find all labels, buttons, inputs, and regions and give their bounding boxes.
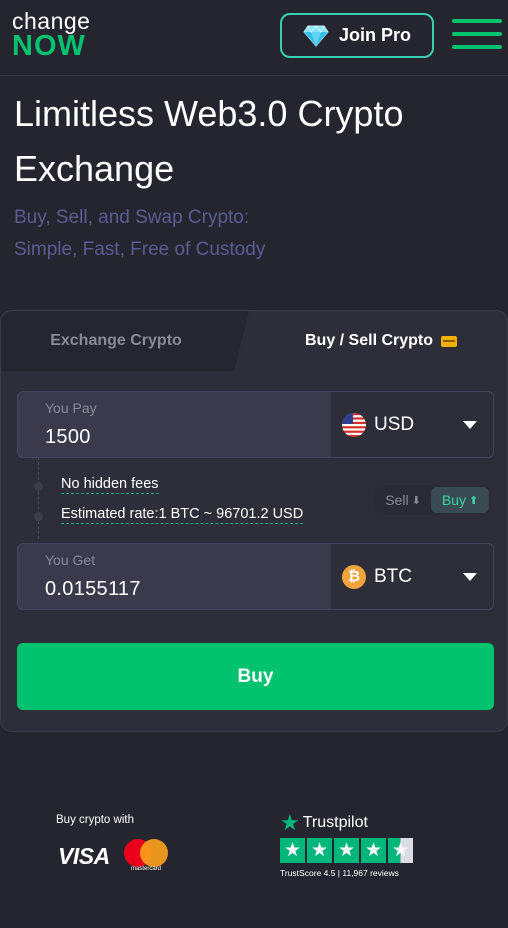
you-pay-field: You Pay 1500 USD: [17, 391, 494, 458]
tab-exchange-crypto-label: Exchange Crypto: [50, 332, 182, 349]
mastercard-yellow-circle: [140, 839, 168, 867]
tab-exchange-crypto[interactable]: Exchange Crypto: [1, 311, 249, 371]
chevron-down-icon: [463, 573, 477, 581]
sell-toggle-label: Sell: [385, 492, 409, 508]
buy-button-label: Buy: [237, 665, 274, 687]
rating-star-icon: ★: [307, 838, 332, 863]
diamond-icon: [303, 24, 329, 47]
hero-subtitle: Buy, Sell, and Swap Crypto: Simple, Fast…: [14, 202, 494, 266]
trustpilot-name: Trustpilot: [302, 814, 368, 831]
you-get-amount-input[interactable]: You Get 0.0155117: [18, 544, 331, 609]
wallet-icon: [441, 335, 458, 347]
join-pro-label: Join Pro: [338, 25, 411, 45]
join-pro-button[interactable]: Join Pro: [280, 13, 434, 58]
page-title: Limitless Web3.0 Crypto Exchange: [14, 93, 404, 189]
timeline-dot: [34, 512, 43, 521]
hero-subtitle-line-2: Simple, Fast, Free of Custody: [14, 239, 266, 260]
buy-button[interactable]: Buy: [17, 643, 494, 710]
us-flag-icon: [342, 412, 366, 437]
trustpilot-widget[interactable]: ★ Trustpilot ★ ★ ★ ★ ★ TrustScore 4.5 | …: [280, 812, 440, 892]
pay-currency-code: USD: [374, 413, 415, 435]
tab-buy-sell-crypto-label: Buy / Sell Crypto: [304, 332, 434, 349]
rate-info: No hidden fees Estimated rate:1 BTC ~ 96…: [1, 457, 507, 539]
trustpilot-rating-stars: ★ ★ ★ ★ ★: [280, 838, 440, 863]
trustscore-text: TrustScore 4.5 | 11,967 reviews: [280, 868, 399, 878]
sell-toggle-button[interactable]: Sell ⬇: [375, 487, 431, 513]
rating-star-icon: ★: [334, 838, 359, 863]
hero-subtitle-line-1: Buy, Sell, and Swap Crypto:: [14, 207, 250, 228]
timeline-dot: [34, 482, 43, 491]
you-pay-value: 1500: [45, 426, 91, 448]
you-get-field: You Get 0.0155117 ₿ BTC: [17, 543, 494, 610]
you-pay-amount-input[interactable]: You Pay 1500: [18, 392, 331, 457]
you-pay-label: You Pay: [45, 400, 97, 416]
you-get-label: You Get: [45, 552, 96, 568]
mastercard-label: mastercard: [130, 866, 161, 872]
get-currency-code: BTC: [374, 565, 412, 587]
buy-toggle-label: Buy: [441, 492, 466, 508]
changenow-logo[interactable]: change NOW: [12, 10, 90, 61]
get-currency-select[interactable]: ₿ BTC: [331, 544, 493, 609]
header: change NOW Join Pro: [0, 0, 508, 76]
estimated-rate-link[interactable]: Estimated rate:1 BTC ~ 96701.2 USD: [61, 506, 304, 524]
no-hidden-fees-link[interactable]: No hidden fees: [61, 476, 159, 494]
logo-bottom-text: NOW: [12, 30, 86, 62]
visa-logo: VISA: [58, 843, 110, 869]
bitcoin-icon: ₿: [342, 564, 366, 589]
trustpilot-star-icon: ★: [280, 810, 300, 835]
timeline-divider: [38, 457, 39, 539]
mastercard-logo: mastercard: [124, 837, 168, 873]
arrow-up-icon: ⬆: [468, 494, 479, 507]
exchange-widget: Exchange Crypto Buy / Sell Crypto You Pa…: [0, 310, 508, 732]
tab-buy-sell-crypto[interactable]: Buy / Sell Crypto: [233, 311, 507, 371]
rating-star-icon: ★: [280, 838, 305, 863]
trustpilot-header: ★ Trustpilot: [280, 812, 440, 834]
chevron-down-icon: [463, 421, 477, 429]
hamburger-menu-icon[interactable]: [452, 19, 502, 51]
you-get-value: 0.0155117: [45, 578, 141, 600]
buy-crypto-with-text: Buy crypto with: [56, 814, 134, 826]
rating-half-star-icon: ★: [388, 838, 413, 863]
buy-toggle-button[interactable]: Buy ⬆: [431, 487, 489, 513]
rating-star-icon: ★: [361, 838, 386, 863]
pay-currency-select[interactable]: USD: [331, 392, 493, 457]
arrow-down-icon: ⬇: [411, 494, 421, 507]
buy-sell-toggle: Sell ⬇ Buy ⬆: [373, 485, 491, 515]
